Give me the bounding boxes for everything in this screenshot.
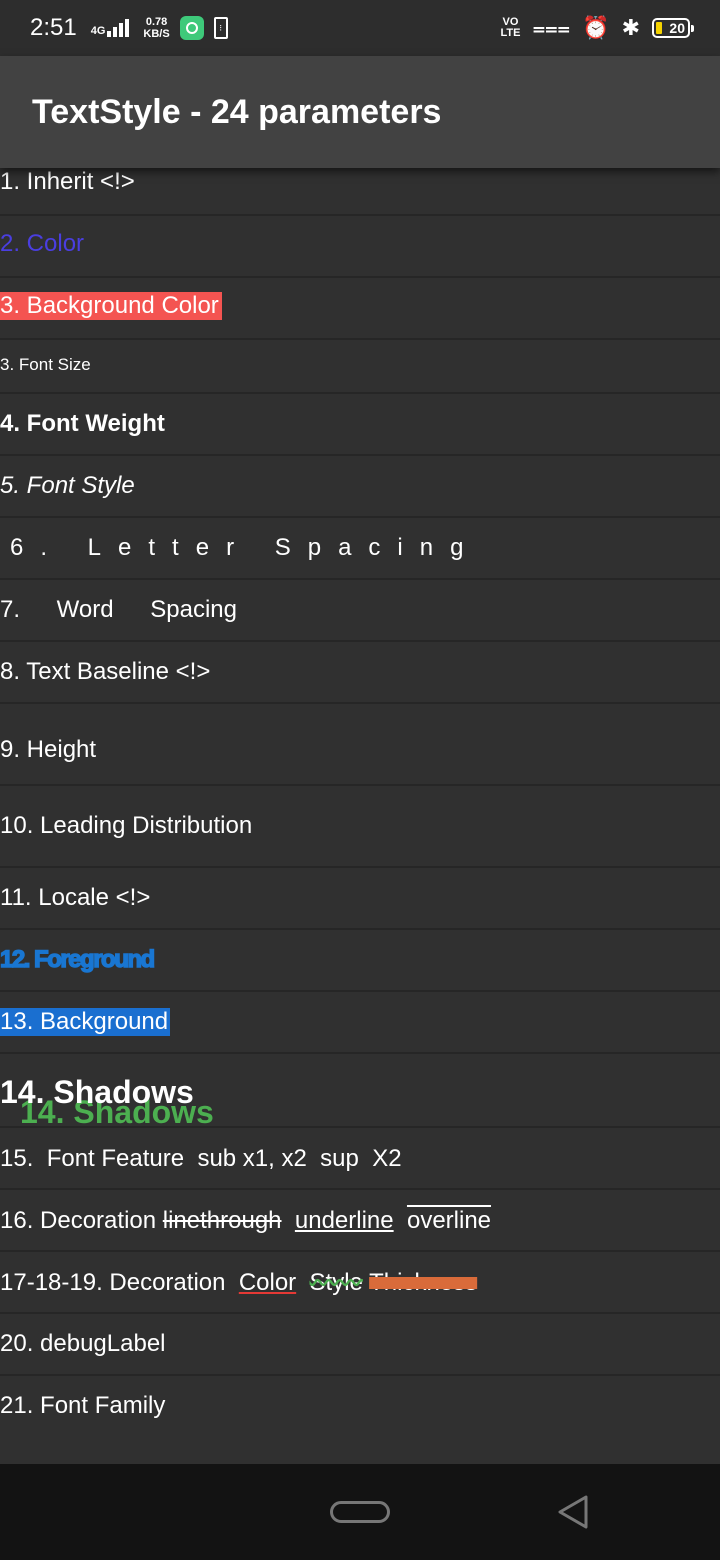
decoration-text: 16. Decoration linethrough underline ove… <box>0 1207 492 1234</box>
app-badge-icon <box>179 16 204 40</box>
list-item-shadows: 14. Shadows <box>0 1054 720 1128</box>
status-time: 2:51 <box>30 14 77 41</box>
list-item-background-color: 3. Background Color <box>0 278 720 340</box>
sim-icon: ⁝ <box>213 17 228 39</box>
home-button[interactable] <box>330 1501 390 1523</box>
list-item-locale: 11. Locale <!> <box>0 868 720 930</box>
list-item-font-feature: 15. Font Feature sub x1, x2 sup X2 <box>0 1128 720 1190</box>
list-item-inherit: 1. Inherit <!> <box>0 168 720 216</box>
battery-icon: 20 <box>652 18 694 38</box>
app-bar: TextStyle - 24 parameters <box>0 56 720 168</box>
list-item-height: 9. Height <box>0 704 720 786</box>
status-bar: 2:51 4G 0.78 KB/S ⁝ VO LTE ⩶ ⏰ ✱ 20 <box>0 0 720 56</box>
page-title: TextStyle - 24 parameters <box>32 92 442 131</box>
list-item-foreground: 12. Foreground <box>0 930 720 992</box>
signal-icon: 4G <box>91 19 130 37</box>
list-item-font-style: 5. Font Style <box>0 456 720 518</box>
back-button[interactable] <box>556 1494 590 1530</box>
list-item-letter-spacing: 6. Letter Spacing <box>0 518 720 580</box>
status-right: VO LTE ⩶ ⏰ ✱ 20 <box>500 15 694 40</box>
list-item-font-size: 3. Font Size <box>0 340 720 394</box>
list-item-word-spacing: 7. Word Spacing <box>0 580 720 642</box>
list-item-font-weight: 4. Font Weight <box>0 394 720 456</box>
network-speed: 0.78 KB/S <box>143 16 170 40</box>
list-item-decoration: 16. Decoration linethrough underline ove… <box>0 1190 720 1252</box>
list-item-leading-distribution: 10. Leading Distribution <box>0 786 720 868</box>
list-item-decoration-color-style-thickness: 17-18-19. Decoration Color Style Thickne… <box>0 1252 720 1314</box>
network-type: 4G <box>90 25 106 37</box>
vibrate-icon: ⩶ <box>532 15 571 40</box>
list-item-font-family: 21. Font Family <box>0 1392 166 1419</box>
alarm-icon: ⏰ <box>582 15 610 40</box>
text-style-list: 1. Inherit <!> 2. Color 3. Background Co… <box>0 168 720 1438</box>
volte-icon: VO LTE <box>500 16 521 39</box>
decoration-variants-text: 17-18-19. Decoration Color Style Thickne… <box>0 1269 478 1296</box>
list-item-color: 2. Color <box>0 216 720 278</box>
list-item-background: 13. Background <box>0 992 720 1054</box>
system-nav-bar <box>0 1464 720 1560</box>
list-item-debug-label: 20. debugLabel <box>0 1314 720 1376</box>
bluetooth-icon: ✱ <box>621 15 640 40</box>
list-item-text-baseline: 8. Text Baseline <!> <box>0 642 720 704</box>
